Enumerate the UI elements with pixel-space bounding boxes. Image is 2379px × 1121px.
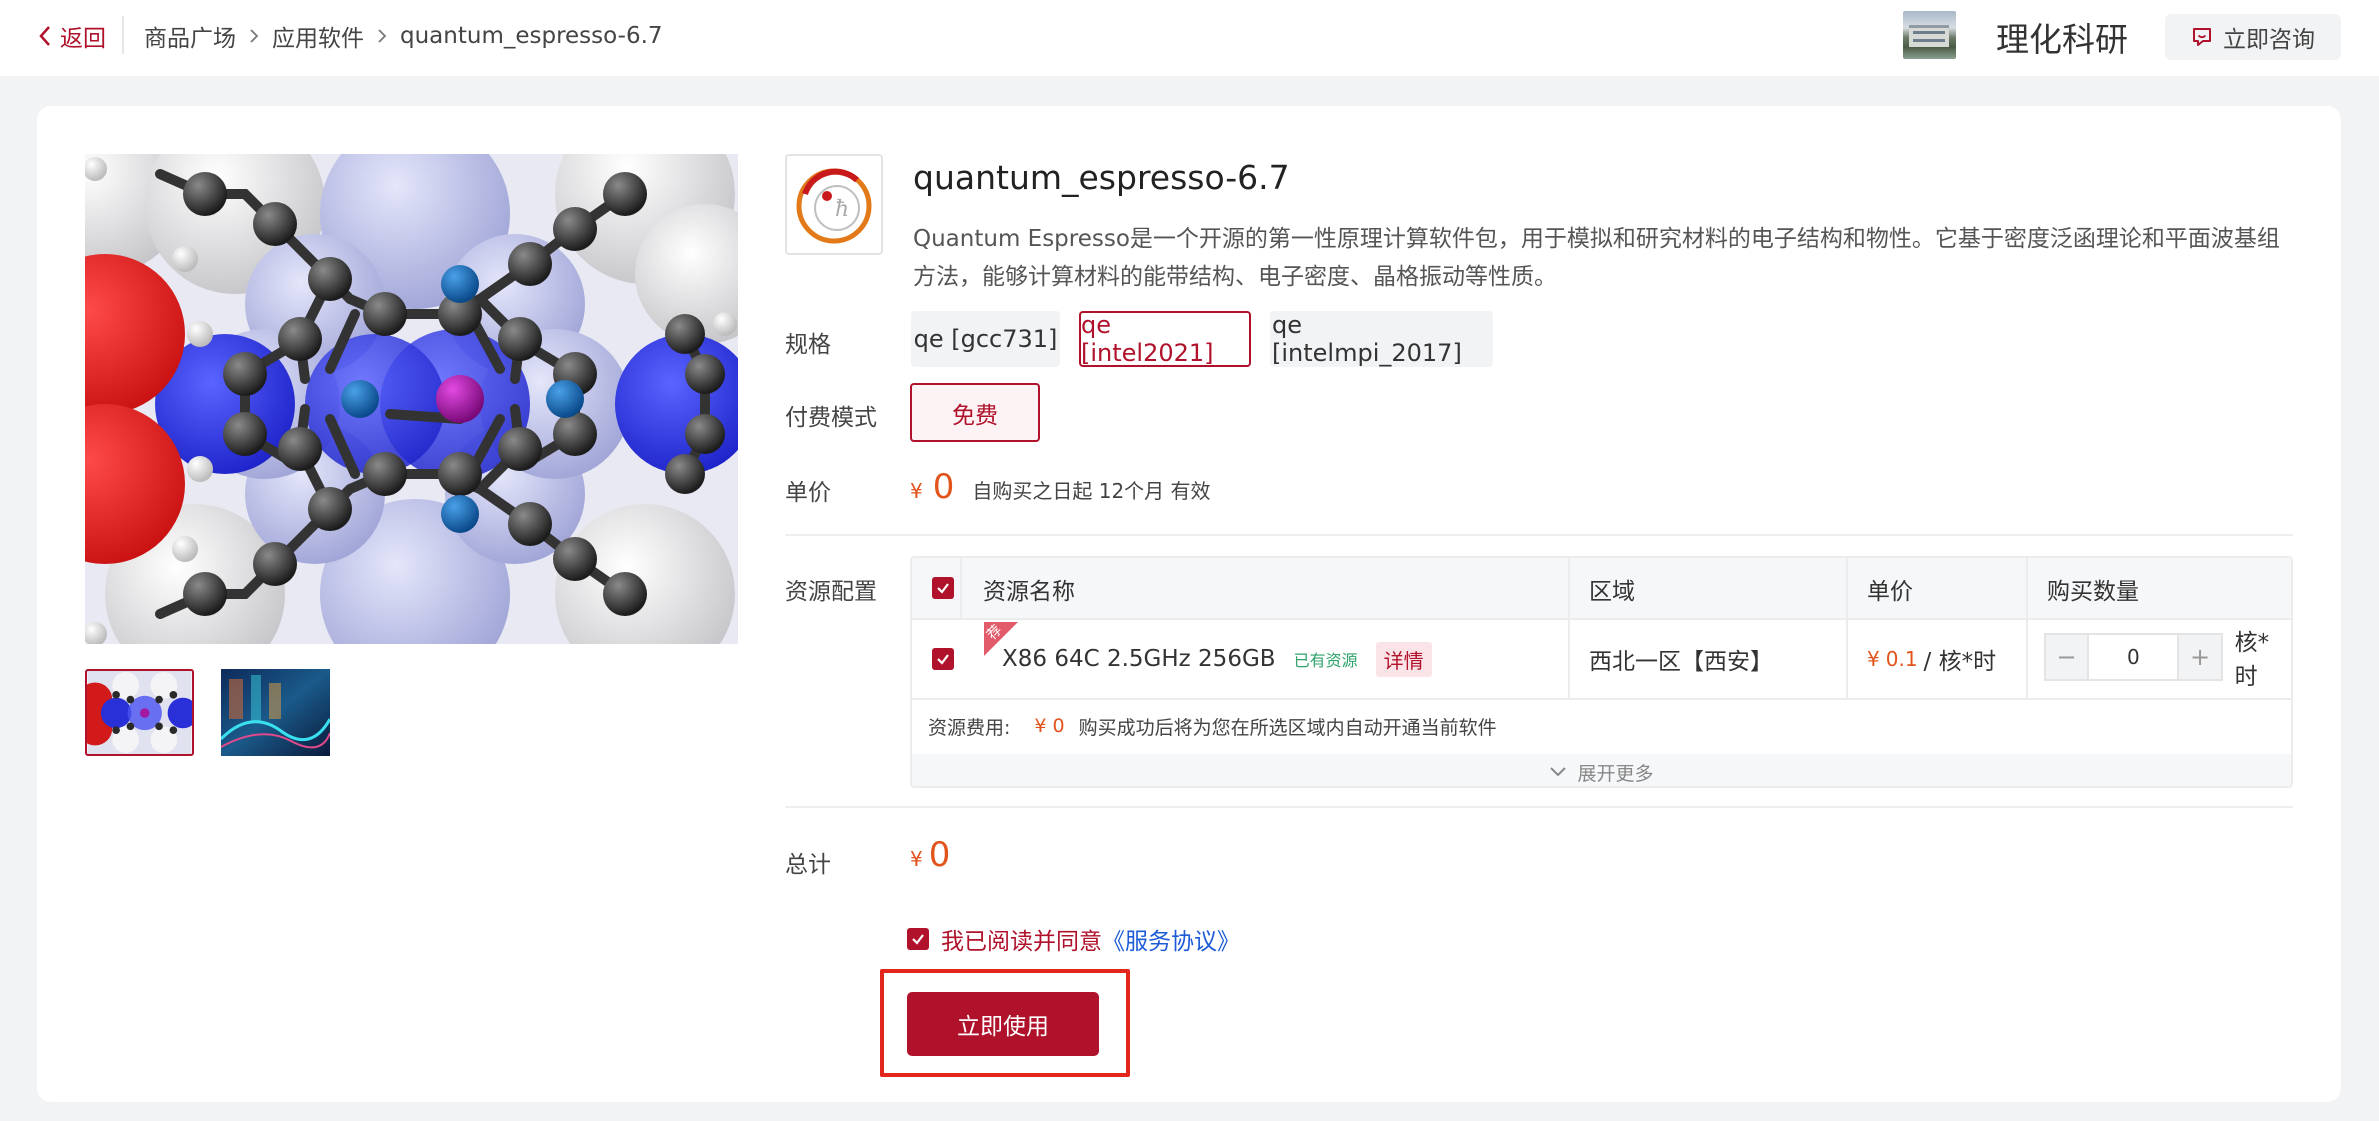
- quantity-unit: 核*时: [2234, 630, 2270, 690]
- quantity-stepper: − 0 + 核*时: [2044, 630, 2291, 690]
- spec-option-intel2021[interactable]: qe [intel2021]: [1079, 311, 1251, 367]
- chevron-left-icon: [39, 26, 50, 46]
- total-value: 0: [928, 835, 951, 875]
- divider: [785, 806, 2293, 808]
- availability-badge: 已有资源: [1293, 651, 1358, 670]
- unit-price-cell: ¥ 0.1 / 核*时: [1867, 620, 1996, 698]
- product-description: Quantum Espresso是一个开源的第一性原理计算软件包，用于模拟和研究…: [913, 226, 2280, 290]
- breadcrumb-item-current: quantum_espresso-6.7: [400, 23, 663, 49]
- divider: [785, 534, 2293, 536]
- spec-label: 规格: [785, 332, 831, 358]
- chat-icon: [2193, 28, 2211, 46]
- breadcrumb-item-software[interactable]: 应用软件: [272, 19, 364, 53]
- paymode-free-button[interactable]: 免费: [910, 383, 1040, 442]
- decrement-button[interactable]: −: [2044, 633, 2090, 681]
- check-icon: [912, 934, 924, 945]
- resource-name: X86 64C 2.5GHz 256GB: [1002, 646, 1276, 672]
- unit-price: ¥ 0 自购买之日起 12个月 有效: [910, 467, 1211, 511]
- resource-name-cell: X86 64C 2.5GHz 256GB 已有资源 详情: [1002, 620, 1432, 698]
- use-now-button[interactable]: 立即使用: [907, 992, 1099, 1056]
- divider: [122, 16, 124, 54]
- abstract-thumbnail-image: [221, 669, 330, 756]
- back-button[interactable]: 返回: [38, 18, 106, 54]
- column-separator: [2026, 558, 2028, 700]
- currency-symbol: ¥: [910, 479, 923, 503]
- spec-option-intelmpi-2017[interactable]: qe [intelmpi_2017]: [1270, 311, 1493, 367]
- agreement-row: 我已阅读并同意 《服务协议》: [907, 922, 1240, 956]
- consult-button[interactable]: 立即咨询: [2165, 14, 2341, 60]
- agreement-text: 我已阅读并同意: [941, 929, 1102, 955]
- agreement-checkbox[interactable]: [907, 928, 929, 950]
- check-icon: [937, 654, 949, 665]
- expand-label: 展开更多: [1577, 762, 1654, 785]
- header-quantity: 购买数量: [2047, 579, 2139, 605]
- fee-label: 资源费用:: [928, 716, 1011, 739]
- header-region: 区域: [1589, 579, 1635, 605]
- quantity-input[interactable]: 0: [2089, 633, 2178, 681]
- top-bar: 返回 商品广场 应用软件 quantum_espresso-6.7 理化科研 立…: [0, 0, 2379, 76]
- product-title: quantum_espresso-6.7: [913, 157, 1290, 197]
- price-value: 0: [932, 467, 955, 507]
- org-name: 理化科研: [1996, 20, 2128, 59]
- breadcrumb-item-market[interactable]: 商品广场: [144, 19, 236, 53]
- chevron-right-icon: [364, 18, 400, 54]
- total-price: ¥ 0: [910, 835, 950, 875]
- org-logo: [1903, 11, 1956, 59]
- chevron-right-icon: [236, 18, 272, 54]
- total-label: 总计: [785, 852, 831, 878]
- price-label: 单价: [785, 480, 831, 506]
- quantum-espresso-logo: ħ: [796, 168, 872, 244]
- thumbnail-abstract[interactable]: [221, 669, 330, 756]
- spec-option-gcc731[interactable]: qe [gcc731]: [911, 311, 1060, 367]
- currency-symbol: ¥: [910, 847, 923, 871]
- resource-fee-row: 资源费用: ¥ 0 购买成功后将为您在所选区域内自动开通当前软件: [912, 700, 2291, 752]
- breadcrumb: 商品广场 应用软件 quantum_espresso-6.7: [144, 18, 663, 54]
- fee-value: ¥ 0: [1034, 715, 1065, 737]
- select-all-checkbox[interactable]: [932, 577, 954, 599]
- unit-price-currency: ¥: [1867, 647, 1880, 671]
- chevron-down-icon: [1550, 767, 1567, 777]
- row-checkbox[interactable]: [932, 648, 954, 670]
- svg-text:ħ: ħ: [835, 197, 849, 222]
- validity-text: 自购买之日起 12个月 有效: [972, 479, 1211, 503]
- detail-link[interactable]: 详情: [1375, 641, 1432, 677]
- resource-label: 资源配置: [785, 579, 877, 605]
- resource-table: 资源名称 区域 单价 购买数量 荐 X86 64C 2.5GHz 256GB 已…: [910, 556, 2293, 788]
- product-logo: ħ: [785, 154, 883, 255]
- column-separator: [1846, 558, 1848, 700]
- column-separator: [1568, 558, 1570, 700]
- fee-note: 购买成功后将为您在所选区域内自动开通当前软件: [1078, 716, 1497, 739]
- consult-label: 立即咨询: [2223, 27, 2315, 53]
- unit-price-value: 0.1: [1885, 647, 1918, 671]
- increment-button[interactable]: +: [2177, 633, 2223, 681]
- check-icon: [937, 583, 949, 594]
- service-agreement-link[interactable]: 《服务协议》: [1102, 922, 1240, 956]
- header-resource-name: 资源名称: [983, 579, 1075, 605]
- header-unit-price: 单价: [1867, 579, 1913, 605]
- expand-more-button[interactable]: 展开更多: [912, 754, 2291, 786]
- molecule-image: [85, 154, 738, 644]
- unit-price-unit: / 核*时: [1923, 649, 1997, 675]
- region-cell: 西北一区【西安】: [1589, 649, 1773, 675]
- thumbnail-molecule[interactable]: [85, 669, 194, 756]
- paymode-label: 付费模式: [785, 405, 877, 431]
- back-label: 返回: [60, 26, 106, 52]
- molecule-thumbnail-image: [87, 671, 192, 754]
- column-separator: [960, 558, 962, 620]
- product-hero-image: [85, 154, 738, 644]
